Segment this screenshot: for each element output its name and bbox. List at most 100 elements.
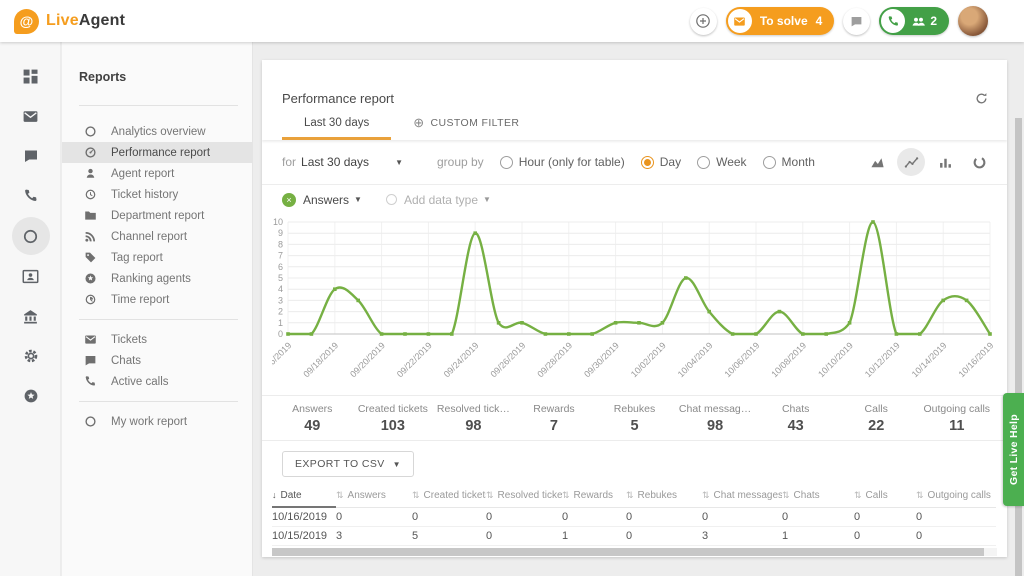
rail-item-calls[interactable] <box>0 176 61 216</box>
column-header-resolved-tickets[interactable]: ⇅Resolved tickets <box>486 485 562 507</box>
table-row[interactable]: 10/16/2019000000000 <box>272 507 996 526</box>
svg-text:10/06/2019: 10/06/2019 <box>722 340 761 379</box>
vertical-scrollbar[interactable] <box>1015 118 1022 576</box>
svg-text:7: 7 <box>278 251 283 261</box>
sidebar-item-chats[interactable]: Chats <box>62 350 252 371</box>
column-header-date[interactable]: ↓Date <box>272 485 336 507</box>
get-live-help-button[interactable]: Get Live Help <box>1003 393 1024 506</box>
area-chart-button[interactable] <box>863 148 891 176</box>
reports-sidebar: Reports Analytics overview Performance r… <box>62 42 253 576</box>
sidebar-item-my-work-report[interactable]: My work report <box>62 411 252 432</box>
line-chart-button[interactable] <box>897 148 925 176</box>
table-cell: 0 <box>916 526 996 545</box>
chevron-down-icon[interactable]: ▼ <box>483 195 491 204</box>
chevron-down-icon: ▼ <box>393 460 401 469</box>
column-label: Resolved tickets <box>498 490 562 501</box>
rail-item-settings[interactable] <box>0 336 61 376</box>
svg-text:09/18/2019: 09/18/2019 <box>301 340 340 379</box>
donut-chart-button[interactable] <box>965 148 993 176</box>
rail-item-chats[interactable] <box>0 136 61 176</box>
stat-item: Rewards 7 <box>514 403 595 434</box>
export-csv-button[interactable]: EXPORT TO CSV▼ <box>282 451 414 477</box>
series-label[interactable]: Answers <box>303 193 349 207</box>
column-label: Created tickets <box>424 490 486 501</box>
sidebar-item-performance-report[interactable]: Performance report <box>62 142 252 163</box>
radio-day[interactable]: Day <box>641 155 681 169</box>
column-header-created-tickets[interactable]: ⇅Created tickets <box>412 485 486 507</box>
column-header-chat-messages[interactable]: ⇅Chat messages <box>702 485 782 507</box>
person-icon <box>84 167 99 180</box>
line-chart-icon <box>904 155 919 170</box>
rail-item-customers[interactable] <box>0 256 61 296</box>
rail-item-dashboard[interactable] <box>0 56 61 96</box>
radio-icon <box>500 156 513 169</box>
column-header-answers[interactable]: ⇅Answers <box>336 485 412 507</box>
user-avatar[interactable] <box>958 6 988 36</box>
table-cell: 0 <box>702 507 782 526</box>
rail-item-company[interactable] <box>0 296 61 336</box>
agents-online-count: 2 <box>926 14 947 28</box>
sort-icon: ⇅ <box>854 490 862 500</box>
to-solve-button[interactable]: To solve 4 <box>726 7 834 35</box>
rail-item-reports[interactable] <box>0 216 61 256</box>
range-select[interactable]: Last 30 days <box>301 155 369 169</box>
svg-text:9: 9 <box>278 228 283 238</box>
tab-last-30-days[interactable]: Last 30 days <box>282 106 391 140</box>
chevron-down-icon[interactable]: ▼ <box>395 158 403 167</box>
top-bar: @ LiveAgent To solve 4 2 <box>0 0 1024 42</box>
add-button[interactable] <box>690 8 717 35</box>
radio-month[interactable]: Month <box>763 155 815 169</box>
column-header-calls[interactable]: ⇅Calls <box>854 485 916 507</box>
chats-button[interactable] <box>843 8 870 35</box>
stat-label: Rewards <box>514 403 595 415</box>
sidebar-item-active-calls[interactable]: Active calls <box>62 371 252 392</box>
column-header-outgoing-calls[interactable]: ⇅Outgoing calls <box>916 485 996 507</box>
table-row[interactable]: 10/15/2019350103100 <box>272 526 996 545</box>
sidebar-item-department-report[interactable]: Department report <box>62 205 252 226</box>
sidebar-item-analytics-overview[interactable]: Analytics overview <box>62 121 252 142</box>
rail-item-tickets[interactable] <box>0 96 61 136</box>
svg-text:5: 5 <box>278 273 283 283</box>
stat-value: 43 <box>755 418 836 434</box>
sidebar-item-ticket-history[interactable]: Ticket history <box>62 184 252 205</box>
column-header-chats[interactable]: ⇅Chats <box>782 485 854 507</box>
sidebar-item-tickets[interactable]: Tickets <box>62 329 252 350</box>
svg-text:10/08/2019: 10/08/2019 <box>769 340 808 379</box>
stat-item: Calls22 <box>836 403 917 434</box>
bar-chart-button[interactable] <box>931 148 959 176</box>
sidebar-item-channel-report[interactable]: Channel report <box>62 226 252 247</box>
gauge-icon <box>84 146 99 159</box>
sort-icon: ⇅ <box>336 490 344 500</box>
column-header-rewards[interactable]: ⇅Rewards <box>562 485 626 507</box>
divider <box>79 401 238 402</box>
performance-chart[interactable]: 01234567891009/16/201909/18/201909/20/20… <box>272 216 996 390</box>
svg-text:10/12/2019: 10/12/2019 <box>863 340 902 379</box>
chevron-down-icon[interactable]: ▼ <box>354 195 362 204</box>
column-header-rebukes[interactable]: ⇅Rebukes <box>626 485 702 507</box>
sidebar-item-time-report[interactable]: Time report <box>62 289 252 310</box>
filter-bar: for Last 30 days ▼ group by Hour (only f… <box>262 140 1007 184</box>
rail-item-upgrade[interactable] <box>0 376 61 416</box>
sidebar-item-tag-report[interactable]: Tag report <box>62 247 252 268</box>
stat-label: Answers <box>272 403 353 415</box>
folder-icon <box>84 209 99 222</box>
sidebar-item-ranking-agents[interactable]: Ranking agents <box>62 268 252 289</box>
refresh-button[interactable] <box>974 91 989 106</box>
sort-icon: ⇅ <box>702 490 710 500</box>
svg-text:09/20/2019: 09/20/2019 <box>348 340 387 379</box>
svg-text:09/28/2019: 09/28/2019 <box>535 340 574 379</box>
table-cell: 0 <box>562 507 626 526</box>
stat-item: Chats43 <box>755 403 836 434</box>
radio-week[interactable]: Week <box>697 155 746 169</box>
horizontal-scrollbar[interactable] <box>272 548 997 556</box>
add-data-type[interactable]: Add data type <box>404 193 478 207</box>
scrollbar-thumb[interactable] <box>272 548 984 556</box>
stat-value: 7 <box>514 418 595 434</box>
svg-text:09/24/2019: 09/24/2019 <box>442 340 481 379</box>
remove-series-icon[interactable]: × <box>282 193 296 207</box>
circle-icon <box>84 415 99 428</box>
radio-hour[interactable]: Hour (only for table) <box>500 155 625 169</box>
calls-online-button[interactable]: 2 <box>879 7 949 35</box>
sidebar-item-agent-report[interactable]: Agent report <box>62 163 252 184</box>
tab-custom-filter[interactable]: ⊕CUSTOM FILTER <box>391 106 541 140</box>
